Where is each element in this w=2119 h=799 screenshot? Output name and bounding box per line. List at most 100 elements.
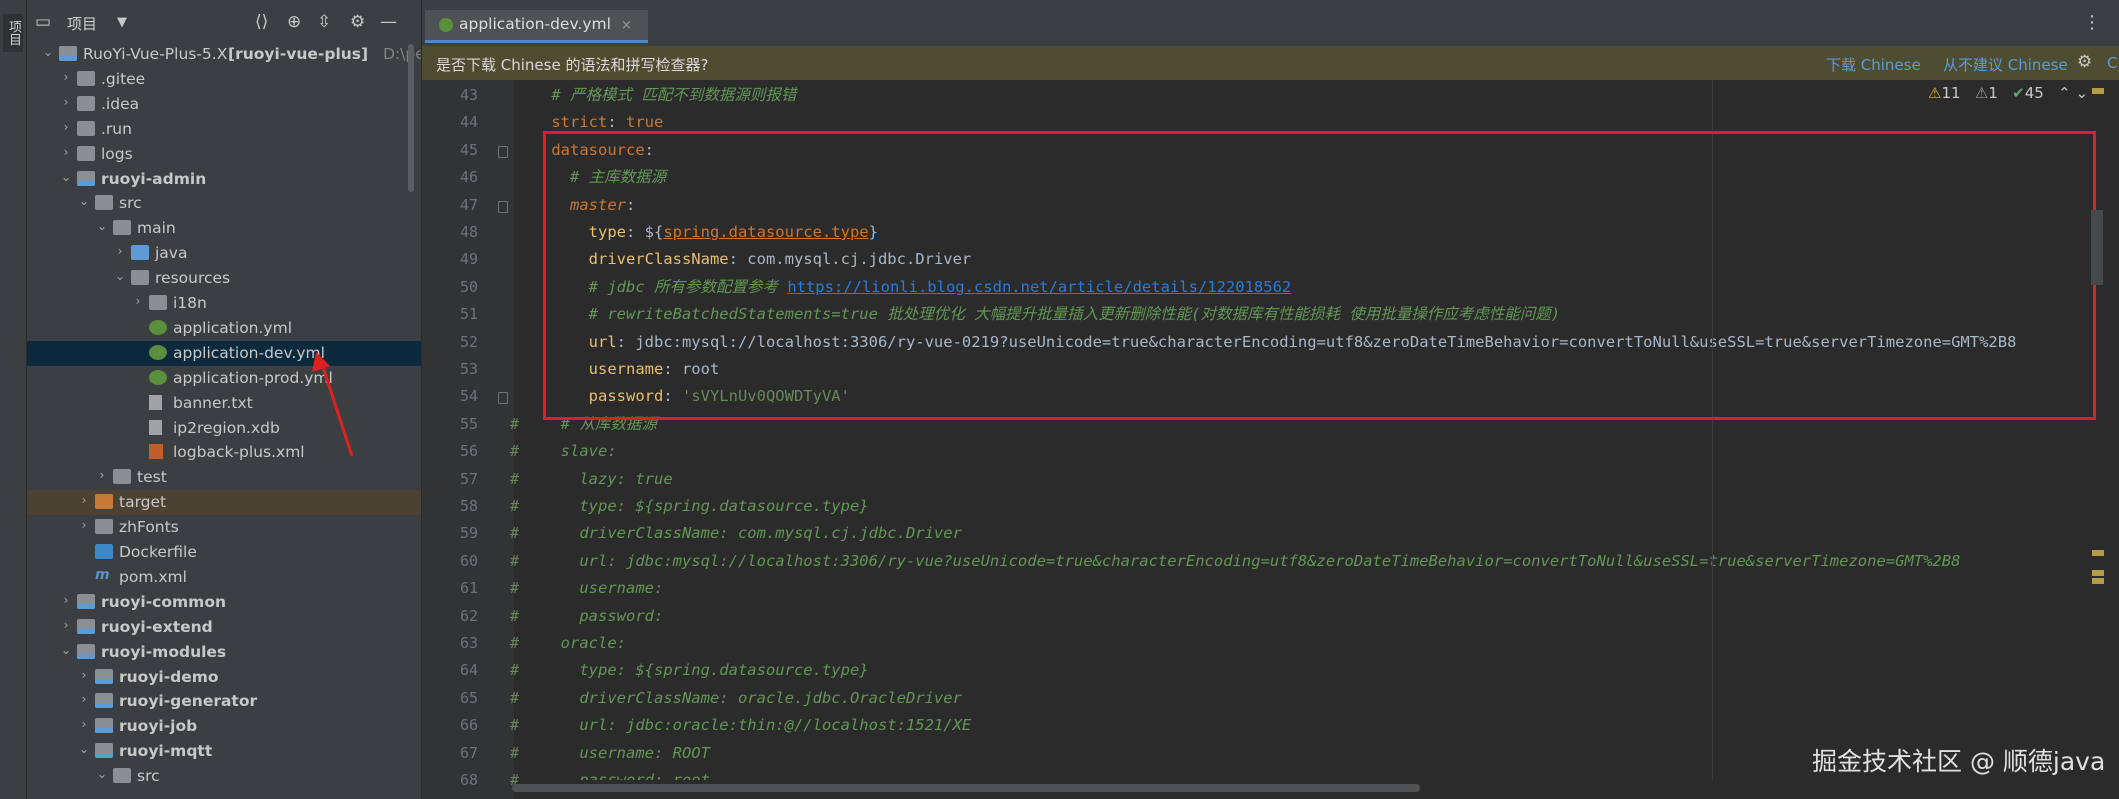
tree-item-label: RuoYi-Vue-Plus-5.X	[83, 45, 228, 63]
chevron-right-icon[interactable]: ›	[113, 244, 127, 258]
tree-item-label: src	[119, 194, 142, 213]
minimize-icon[interactable]: —	[380, 12, 397, 32]
code-line[interactable]: url: jdbc:mysql://localhost:3306/ry-vue?…	[514, 548, 1960, 575]
folder-icon	[113, 768, 131, 784]
fold-marker-icon[interactable]	[498, 392, 508, 405]
vertical-scrollbar[interactable]	[2091, 210, 2103, 285]
locate-file-icon[interactable]: ⊕	[287, 12, 301, 32]
warning-marker[interactable]	[2092, 578, 2104, 584]
tree-item[interactable]: › java	[27, 241, 421, 266]
tree-item[interactable]: › ruoyi-extend	[27, 615, 421, 640]
notification-more-link[interactable]: C	[2107, 54, 2117, 72]
project-tool-window-button[interactable]: 项目	[3, 14, 23, 52]
tree-item[interactable]: application.yml	[27, 316, 421, 341]
code-line[interactable]: username:	[514, 575, 663, 602]
tree-item[interactable]: › .gitee	[27, 67, 421, 92]
tree-item[interactable]: › ruoyi-common	[27, 590, 421, 615]
chevron-right-icon[interactable]: ›	[131, 294, 145, 308]
project-panel-title[interactable]: 项目	[67, 13, 97, 34]
tree-item[interactable]: ⌄ src	[27, 191, 421, 216]
code-line[interactable]: slave:	[514, 438, 617, 465]
tree-item[interactable]: ⌄ RuoYi-Vue-Plus-5.X [ruoyi-vue-plus] D:\pe…	[27, 42, 421, 67]
tree-item[interactable]: › .run	[27, 117, 421, 142]
tree-item-label: src	[137, 767, 160, 786]
chevron-right-icon[interactable]: ›	[59, 618, 73, 632]
tree-item[interactable]: › target	[27, 490, 421, 516]
tree-item[interactable]: › .idea	[27, 92, 421, 117]
fold-marker-icon[interactable]	[498, 145, 508, 158]
warning-marker[interactable]	[2092, 570, 2104, 576]
tree-item[interactable]: ⌄ ruoyi-mqtt	[27, 739, 421, 764]
chevron-right-icon[interactable]: ›	[59, 70, 73, 84]
tree-item[interactable]: › logs	[27, 142, 421, 167]
chevron-right-icon[interactable]: ›	[77, 668, 91, 682]
chevron-down-icon[interactable]: ⌄	[59, 643, 73, 657]
tree-item[interactable]: › zhFonts	[27, 515, 421, 540]
warning-marker[interactable]	[2092, 550, 2104, 556]
chevron-right-icon[interactable]: ›	[59, 593, 73, 607]
tree-item[interactable]: Dockerfile	[27, 540, 421, 565]
code-line[interactable]: type: ${spring.datasource.type}	[514, 493, 868, 520]
chevron-right-icon[interactable]: ›	[95, 468, 109, 482]
code-line[interactable]: driverClassName: com.mysql.cj.jdbc.Drive…	[514, 520, 962, 547]
tab-application-dev-yml[interactable]: application-dev.yml ×	[425, 10, 648, 43]
tree-item[interactable]: ⌄ src	[27, 764, 421, 789]
tree-item-label: ruoyi-job	[119, 717, 198, 736]
chevron-right-icon[interactable]: ›	[77, 518, 91, 532]
chevron-down-icon[interactable]: ⌄	[95, 219, 109, 233]
code-line[interactable]: username: ROOT	[514, 740, 710, 767]
code-line[interactable]: password: root	[514, 767, 710, 780]
project-scrollbar[interactable]	[408, 44, 414, 192]
download-chinese-link[interactable]: 下载 Chinese	[1826, 54, 1921, 75]
warning-marker[interactable]	[2092, 88, 2104, 94]
chevron-down-icon[interactable]: ⌄	[77, 194, 91, 208]
close-icon[interactable]: ×	[621, 18, 632, 33]
tree-item[interactable]: ⌄ main	[27, 216, 421, 241]
code-line[interactable]: driverClassName: oracle.jdbc.OracleDrive…	[514, 685, 962, 712]
tree-item[interactable]: ⌄ ruoyi-modules	[27, 640, 421, 665]
never-suggest-link[interactable]: 从不建议 Chinese	[1943, 54, 2068, 75]
chevron-down-icon[interactable]: ⌄	[2076, 84, 2089, 102]
chevron-down-icon[interactable]: ⌄	[113, 269, 127, 283]
gear-icon[interactable]: ⚙	[2077, 52, 2092, 72]
horizontal-scrollbar[interactable]	[512, 784, 1420, 792]
code-token: url: jdbc:mysql://localhost:3306/ry-vue?…	[579, 551, 1961, 570]
tree-item-label: ruoyi-extend	[101, 617, 213, 636]
gear-icon[interactable]: ⚙	[350, 12, 365, 32]
chevron-down-icon[interactable]: ⌄	[59, 170, 73, 184]
line-number: 47	[459, 195, 478, 214]
tree-item[interactable]: ⌄ ruoyi-admin	[27, 167, 421, 192]
chevron-right-icon[interactable]: ›	[77, 692, 91, 706]
expand-all-icon[interactable]: ⇳	[317, 12, 331, 32]
tree-item[interactable]: › i18n	[27, 291, 421, 316]
chevron-down-icon[interactable]: ⌄	[77, 742, 91, 756]
chevron-down-icon[interactable]: ⌄	[41, 45, 55, 59]
chevron-down-icon[interactable]: ▼	[117, 15, 127, 30]
chevron-right-icon[interactable]: ›	[59, 145, 73, 159]
chevron-down-icon[interactable]: ⌄	[95, 767, 109, 781]
code-line[interactable]: password:	[514, 603, 663, 630]
line-number: 68	[459, 771, 478, 789]
collapse-all-icon[interactable]: ⟨⟩	[255, 12, 268, 32]
chevron-right-icon[interactable]: ›	[77, 493, 91, 507]
inspection-widget[interactable]: ⚠11 ⚠1 ✔45 ⌃ ⌄	[1928, 84, 2088, 102]
tree-item[interactable]: ⌄ resources	[27, 266, 421, 291]
code-line[interactable]: lazy: true	[514, 466, 672, 493]
tree-item[interactable]: › ruoyi-generator	[27, 689, 421, 714]
code-line[interactable]: oracle:	[514, 630, 626, 657]
fold-marker-icon[interactable]	[498, 200, 508, 213]
chevron-right-icon[interactable]: ›	[59, 95, 73, 109]
chevron-right-icon[interactable]: ›	[59, 120, 73, 134]
chevron-right-icon[interactable]: ›	[77, 717, 91, 731]
tree-item[interactable]: m pom.xml	[27, 565, 421, 590]
tree-item[interactable]: › ruoyi-demo	[27, 665, 421, 690]
chevron-up-icon[interactable]: ⌃	[2058, 84, 2071, 102]
code-line[interactable]: type: ${spring.datasource.type}	[514, 657, 868, 684]
project-view-icon[interactable]: ▭	[35, 12, 51, 32]
tree-item[interactable]: › ruoyi-job	[27, 714, 421, 739]
code-line[interactable]: # 严格模式 匹配不到数据源则报错	[514, 82, 796, 109]
more-icon[interactable]: ⋮	[2083, 12, 2101, 33]
code-line[interactable]: url: jdbc:oracle:thin:@//localhost:1521/…	[514, 712, 971, 739]
